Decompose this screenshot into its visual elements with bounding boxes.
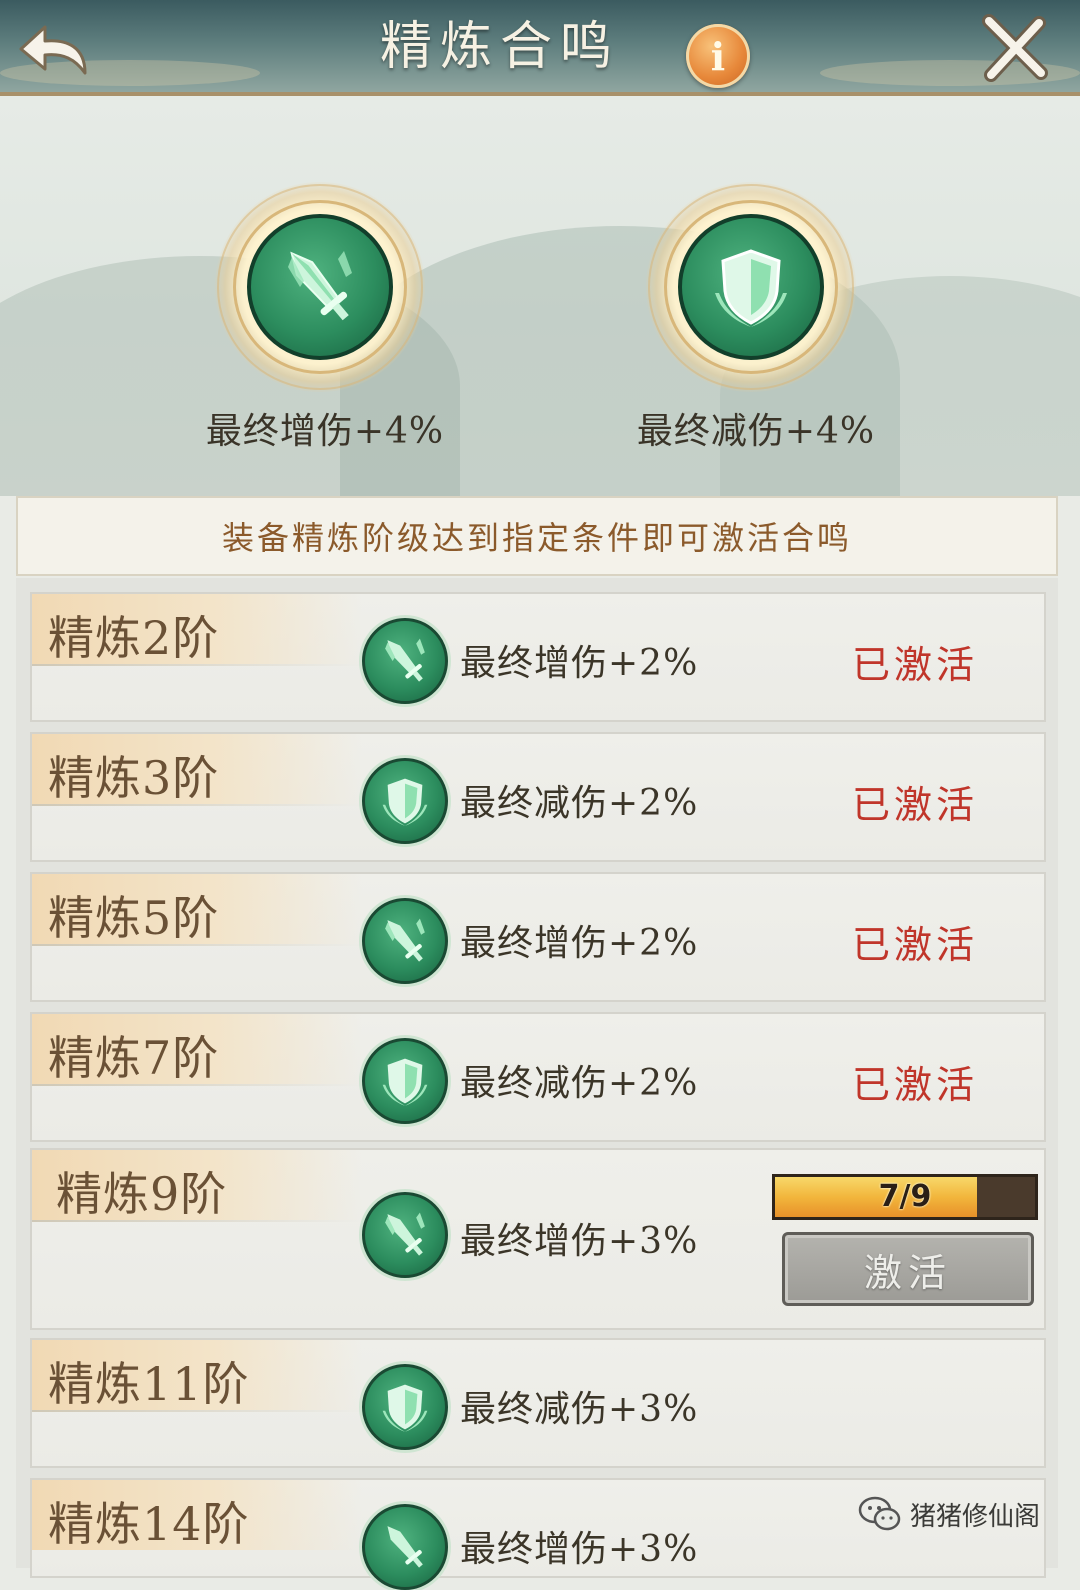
watermark-text: 猪猪修仙阁: [910, 1501, 1041, 1532]
tier-effect-text: 最终减伤+2%: [460, 783, 699, 824]
shield-icon: [382, 1384, 428, 1432]
back-arrow-icon: [19, 25, 87, 75]
wechat-icon: [858, 1496, 901, 1531]
shield-icon: [382, 778, 428, 826]
close-icon: [982, 14, 1048, 82]
tier-effect-badge: [362, 898, 448, 984]
tier-row: 精炼2阶 最终增伤+2% 已激活: [30, 592, 1046, 722]
activated-status: 已激活: [852, 1063, 979, 1107]
total-damage-bonus-medal: [215, 182, 425, 392]
tier-effect-text: 最终增伤+3%: [460, 1221, 699, 1262]
tier-effect-badge: [362, 1504, 448, 1590]
tier-row: 精炼9阶 最终增伤+3% 7/9 激活: [30, 1148, 1046, 1330]
tier-effect-text: 最终增伤+3%: [460, 1529, 699, 1570]
sword-icon: [385, 1212, 425, 1256]
total-damage-reduction-medal: [646, 182, 856, 392]
tier-effect-text: 最终增伤+2%: [460, 923, 699, 964]
refine-progress-bar: 7/9: [772, 1174, 1038, 1220]
tier-effect-text: 最终减伤+2%: [460, 1063, 699, 1104]
info-icon: i: [710, 33, 726, 79]
damage-reduction-label: 最终减伤+4%: [636, 411, 876, 452]
tier-effect-text: 最终减伤+3%: [460, 1389, 699, 1430]
progress-text: 7/9: [878, 1179, 932, 1214]
damage-bonus-label: 最终增伤+4%: [205, 411, 445, 452]
sword-icon: [387, 1526, 423, 1568]
tier-effect-badge: [362, 618, 448, 704]
tier-row: 精炼5阶 最终增伤+2% 已激活: [30, 872, 1046, 1002]
source-watermark: 猪猪修仙阁: [858, 1492, 1040, 1536]
tier-label: 精炼11阶: [48, 1357, 250, 1411]
info-button[interactable]: i: [686, 24, 750, 88]
sword-icon: [385, 638, 425, 682]
tier-label: 精炼7阶: [48, 1031, 220, 1085]
activated-status: 已激活: [852, 783, 979, 827]
tier-effect-badge: [362, 1192, 448, 1278]
close-button[interactable]: [976, 10, 1052, 86]
activated-status: 已激活: [852, 923, 979, 967]
tier-row: 精炼7阶 最终减伤+2% 已激活: [30, 1012, 1046, 1142]
activate-button[interactable]: 激活: [782, 1232, 1034, 1306]
page-title: 精炼合鸣: [379, 17, 620, 77]
tier-row: 精炼3阶 最终减伤+2% 已激活: [30, 732, 1046, 862]
tier-effect-badge: [362, 1364, 448, 1450]
activated-status: 已激活: [852, 643, 979, 687]
tier-label: 精炼2阶: [48, 611, 220, 665]
tier-label: 精炼5阶: [48, 891, 220, 945]
back-button[interactable]: [12, 10, 102, 86]
tier-label: 精炼3阶: [48, 751, 220, 805]
title-bar: 精炼合鸣 i: [0, 0, 1080, 96]
shield-icon: [382, 1058, 428, 1106]
tier-row: 精炼11阶 最终减伤+3%: [30, 1338, 1046, 1468]
tier-label: 精炼14阶: [48, 1497, 250, 1551]
activation-hint-banner: 装备精炼阶级达到指定条件即可激活合鸣: [16, 496, 1058, 576]
tier-effect-badge: [362, 1038, 448, 1124]
resonance-summary-panel: 最终增伤+4% 最终减伤+4%: [0, 96, 1080, 496]
sword-icon: [385, 918, 425, 962]
tier-effect-badge: [362, 758, 448, 844]
tier-effect-text: 最终增伤+2%: [460, 643, 699, 684]
tier-label: 精炼9阶: [56, 1167, 228, 1221]
